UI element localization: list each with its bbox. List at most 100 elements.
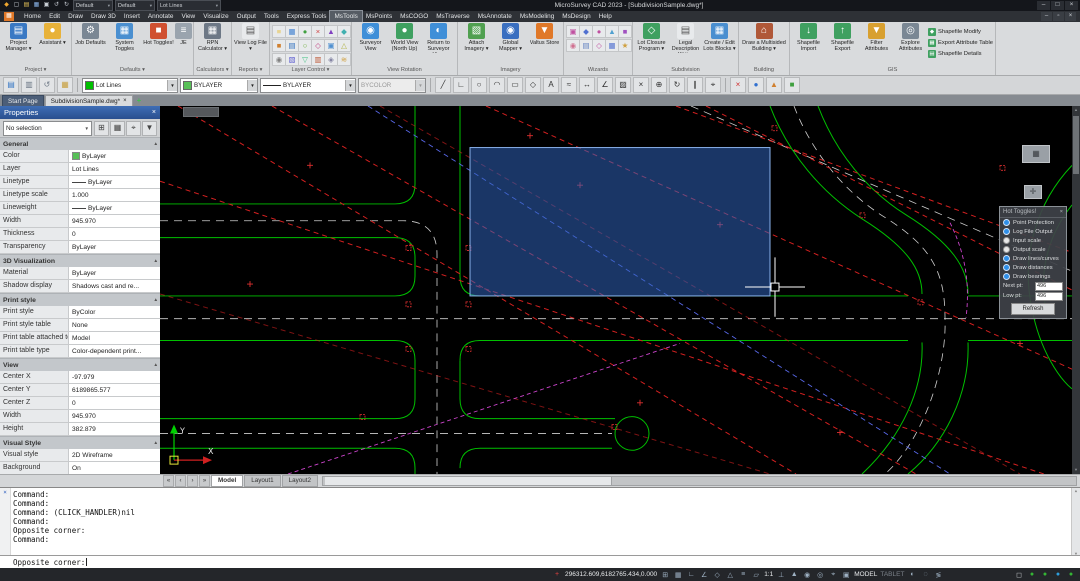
ribbon-button-shapefile-import[interactable]: ↓Shapefile Import [792, 23, 825, 53]
snap-center-icon[interactable]: ⌖ [705, 77, 721, 93]
share-icon[interactable]: ◻ [1014, 571, 1024, 579]
layer-tool-icon-6[interactable]: ◆ [337, 25, 351, 38]
menu-item-msmodeling[interactable]: MsModeling [516, 11, 558, 22]
property-value-center-y[interactable]: 6189865.577 [69, 384, 160, 396]
menu-item-mstools[interactable]: MsTools [330, 11, 361, 22]
layer-tool-icon-11[interactable]: ▣ [324, 39, 338, 52]
snap-icon[interactable]: ⊞ [660, 571, 670, 579]
wizard-icon-10[interactable]: ★ [618, 39, 632, 52]
menu-item-express-tools[interactable]: Express Tools [283, 11, 331, 22]
app-logo-icon[interactable]: ◆ [2, 1, 11, 10]
ribbon-button-shapefile-modify[interactable]: ◆Shapefile Modify [928, 27, 993, 37]
app-menu-icon[interactable]: ▦ [4, 12, 14, 21]
ms-flag-icon[interactable]: ▲ [766, 77, 782, 93]
scrollbar-thumb[interactable] [325, 477, 612, 485]
layer-tool-icon-17[interactable]: ◈ [324, 53, 338, 66]
hot-toggles-title-bar[interactable]: Hot Toggles! × [1000, 207, 1066, 218]
command-input[interactable]: Opposite corner: [0, 555, 1080, 568]
visibility-icon[interactable]: ◉ [802, 571, 812, 579]
mdi-restore-button[interactable]: ▫ [1053, 12, 1064, 21]
nav-cube-icon[interactable]: ▦ [1022, 145, 1050, 163]
isolate-icon[interactable]: ◐ [907, 571, 917, 578]
draw-rectangle-icon[interactable]: ▭ [507, 77, 523, 93]
new-tab-button[interactable]: + [134, 96, 145, 106]
selection-combo[interactable]: No selection ▼ [3, 121, 92, 136]
close-button[interactable]: × [1065, 1, 1078, 10]
section-header-visual-style[interactable]: Visual Style▴ [0, 436, 160, 449]
printstyle-combo[interactable]: BYCOLOR▼ [358, 78, 426, 93]
hot-toggle-output-scale[interactable]: Output scale [1000, 245, 1066, 254]
ribbon-button-job-defaults[interactable]: ⚙Job Defaults [74, 23, 107, 53]
layer-previous-icon[interactable]: ↺ [39, 77, 55, 93]
properties-title-bar[interactable]: Properties × [0, 106, 160, 119]
property-value-transparency[interactable]: ByLayer [69, 241, 160, 253]
refresh-button[interactable]: Refresh [1011, 303, 1055, 315]
units-icon[interactable]: ◎ [815, 571, 825, 579]
layer-tool-icon-3[interactable]: ● [298, 25, 312, 38]
mdi-minimize-button[interactable]: – [1041, 12, 1052, 21]
menu-item-home[interactable]: Home [20, 11, 45, 22]
menu-item-msannotate[interactable]: MsAnnotate [474, 11, 516, 22]
hot-toggle-log-file-output[interactable]: Log File Output [1000, 227, 1066, 236]
clean-screen-icon[interactable]: ◌ [920, 571, 930, 578]
canvas-horizontal-scrollbar[interactable] [322, 476, 1077, 486]
connection-icon[interactable]: ● [1066, 571, 1076, 578]
ribbon-button-lot-closure-program[interactable]: ◇Lot Closure Program ▾ [635, 23, 668, 53]
dynamic-input-icon[interactable]: ▱ [751, 571, 761, 579]
ribbon-button-global-mapper[interactable]: ◉Global Mapper ▾ [494, 23, 527, 53]
menu-item-mscogo[interactable]: MsCOGO [396, 11, 432, 22]
property-value-background[interactable]: On [69, 462, 160, 474]
wizard-icon-6[interactable]: ◉ [566, 39, 580, 52]
toggle-value-icon[interactable]: ⊞ [94, 121, 109, 136]
lineweight-icon[interactable]: ≡ [738, 571, 748, 578]
hot-field-value[interactable]: 496 [1035, 292, 1063, 301]
ribbon-button-je[interactable]: ≡JE [176, 23, 191, 53]
dimension-icon[interactable]: ↔ [579, 77, 595, 93]
pan-tool-icon[interactable]: ✛ [1024, 185, 1042, 199]
minimize-button[interactable]: – [1037, 1, 1050, 10]
layer-tool-icon-13[interactable]: ◉ [272, 53, 286, 66]
ribbon-button-create-edit-lots-blocks[interactable]: ▦Create / Edit Lots Blocks ▾ [703, 23, 736, 53]
mdi-close-button[interactable]: × [1065, 12, 1076, 21]
performance-icon[interactable]: ≶ [933, 571, 943, 579]
viewport-indicator[interactable] [183, 107, 219, 117]
property-value-material[interactable]: ByLayer [69, 267, 160, 279]
sync-icon[interactable]: ● [1040, 571, 1050, 578]
property-value-width[interactable]: 945.970 [69, 410, 160, 422]
menu-item-edit[interactable]: Edit [45, 11, 64, 22]
filter-icon[interactable]: ▼ [142, 121, 157, 136]
workspace-combo[interactable]: Default▾ [73, 0, 113, 11]
ms-block-icon[interactable]: ■ [784, 77, 800, 93]
linetype-combo[interactable]: BYLAYER▼ [260, 78, 356, 93]
layout-tab-layout1[interactable]: Layout1 [244, 475, 280, 487]
properties-close-icon[interactable]: × [152, 106, 156, 119]
hot-toggles-close-icon[interactable]: × [1060, 209, 1063, 215]
layer-tool-icon-9[interactable]: ○ [298, 39, 312, 52]
status-scale[interactable]: 1:1 [764, 571, 773, 578]
property-value-print-table-attached-to[interactable]: Model [69, 332, 160, 344]
ribbon-button-hot-toggles[interactable]: ■Hot Toggles! [142, 23, 175, 53]
property-value-center-x[interactable]: -97.979 [69, 371, 160, 383]
ribbon-button-draw-a-multisided-building[interactable]: ⌂Draw a Multisided Building ▾ [741, 23, 787, 53]
ribbon-button-assistant[interactable]: ●Assistant ▾ [36, 23, 69, 53]
hot-toggle-draw-lines-curves[interactable]: Draw lines/curves [1000, 254, 1066, 263]
hot-toggle-input-scale[interactable]: Input scale [1000, 236, 1066, 245]
hot-toggle-point-protection[interactable]: Point Protection [1000, 218, 1066, 227]
last-layout-icon[interactable]: » [199, 475, 210, 487]
color-combo[interactable]: BYLAYER▼ [180, 78, 258, 93]
ribbon-button-return-to-surveyor-view[interactable]: ◐Return to Surveyor View [422, 23, 455, 53]
ribbon-button-system-toggles[interactable]: ▦System Toggles [108, 23, 141, 53]
menu-item-mstraverse[interactable]: MsTraverse [432, 11, 474, 22]
property-value-center-z[interactable]: 0 [69, 397, 160, 409]
layer-manager-icon[interactable]: ▤ [3, 77, 19, 93]
property-value-visual-style[interactable]: 2D Wireframe [69, 449, 160, 461]
property-value-thickness[interactable]: 0 [69, 228, 160, 240]
scroll-up-icon[interactable]: ▲ [1072, 106, 1080, 114]
menu-item-mspoints[interactable]: MsPoints [362, 11, 396, 22]
ucs-icon[interactable]: ⊥ [776, 571, 786, 579]
model-space-button[interactable]: MODEL [854, 571, 877, 578]
draw-line-icon[interactable]: ╱ [435, 77, 451, 93]
hot-toggle-draw-distances[interactable]: Draw distances [1000, 263, 1066, 272]
quick-select-icon[interactable]: ▦ [110, 121, 125, 136]
menu-item-help[interactable]: Help [595, 11, 616, 22]
